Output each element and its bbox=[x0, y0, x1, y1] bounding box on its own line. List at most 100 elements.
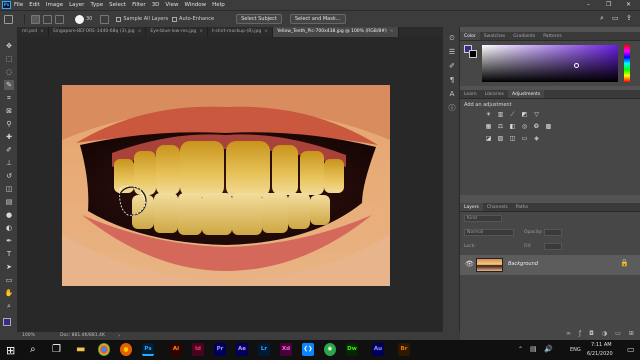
workspace-icon[interactable]: ▭ bbox=[612, 14, 619, 22]
photo-filter-icon[interactable]: ◎ bbox=[520, 123, 529, 131]
brightness-contrast-icon[interactable]: ☀ bbox=[484, 111, 493, 119]
brush-settings-icon[interactable]: ✐ bbox=[447, 61, 457, 71]
tab-layers[interactable]: Layers bbox=[460, 203, 483, 211]
character-icon[interactable]: A bbox=[447, 89, 457, 99]
tray-chevron-up-icon[interactable]: ⌃ bbox=[518, 346, 523, 353]
taskbar-green-app-icon[interactable]: ◉ bbox=[324, 343, 336, 356]
file-explorer-icon[interactable]: ▬ bbox=[76, 344, 85, 355]
taskbar-premiere-icon[interactable]: Pr bbox=[214, 343, 226, 356]
tab-swatches[interactable]: Swatches bbox=[480, 32, 510, 40]
eye-visibility-icon[interactable]: 👁 bbox=[465, 260, 474, 268]
eraser-tool-icon[interactable]: ◫ bbox=[4, 184, 14, 194]
black-white-icon[interactable]: ◧ bbox=[508, 123, 517, 131]
chrome-icon[interactable] bbox=[98, 343, 110, 356]
pen-tool-icon[interactable]: ✒ bbox=[4, 236, 14, 246]
dodge-tool-icon[interactable]: ◐ bbox=[4, 223, 14, 233]
tab-paths[interactable]: Paths bbox=[512, 203, 532, 211]
channel-mixer-icon[interactable]: ❂ bbox=[532, 123, 541, 131]
search-icon[interactable]: ⌕ bbox=[600, 14, 604, 23]
new-selection-icon[interactable] bbox=[31, 14, 40, 24]
tab-learn[interactable]: Learn bbox=[460, 90, 481, 98]
close-window-button[interactable]: ✕ bbox=[626, 1, 631, 8]
close-icon[interactable]: × bbox=[40, 29, 44, 34]
color-saturation-field[interactable] bbox=[482, 45, 618, 82]
taskbar-xd-icon[interactable]: Xd bbox=[280, 343, 292, 356]
opacity-field[interactable] bbox=[544, 229, 562, 236]
artboard-tool-icon[interactable]: ⬚ bbox=[4, 54, 14, 64]
curves-icon[interactable]: ⟋ bbox=[508, 111, 517, 119]
rectangle-tool-icon[interactable]: ▭ bbox=[4, 275, 14, 285]
path-selection-icon[interactable]: ➤ bbox=[4, 262, 14, 272]
share-icon[interactable]: ⇪ bbox=[626, 14, 632, 22]
taskbar-after-effects-icon[interactable]: Ae bbox=[236, 343, 248, 356]
layer-row-background[interactable]: 👁 Background 🔒 bbox=[460, 255, 640, 275]
firefox-icon[interactable] bbox=[120, 343, 132, 356]
exposure-icon[interactable]: ◩ bbox=[520, 111, 529, 119]
taskbar-vscode-icon[interactable]: ❮❯ bbox=[302, 343, 314, 356]
new-layer-icon[interactable]: ⊞ bbox=[629, 330, 634, 337]
menu-3d[interactable]: 3D bbox=[152, 2, 160, 8]
color-lookup-icon[interactable]: ▩ bbox=[544, 123, 553, 131]
close-icon[interactable]: × bbox=[199, 29, 203, 34]
clock-time[interactable]: 7:11 AM bbox=[591, 342, 612, 348]
taskbar-audition-icon[interactable]: Au bbox=[372, 343, 384, 356]
windows-start-icon[interactable]: ⊞ bbox=[6, 344, 15, 357]
posterize-icon[interactable]: ▨ bbox=[496, 135, 505, 143]
close-icon[interactable]: × bbox=[264, 29, 268, 34]
add-to-selection-icon[interactable] bbox=[43, 14, 52, 24]
search-icon[interactable]: ⌕ bbox=[30, 344, 36, 355]
tab-ml-psd[interactable]: ml.psd × bbox=[18, 27, 49, 37]
hand-tool-icon[interactable]: ✋ bbox=[4, 288, 14, 298]
levels-icon[interactable]: ▥ bbox=[496, 111, 505, 119]
gradient-tool-icon[interactable]: ▤ bbox=[4, 197, 14, 207]
taskbar-illustrator-icon[interactable]: Ai bbox=[170, 343, 182, 356]
blend-mode-select[interactable]: Normal bbox=[464, 229, 514, 236]
tab-channels[interactable]: Channels bbox=[483, 203, 512, 211]
blur-tool-icon[interactable]: ● bbox=[4, 210, 14, 220]
history-brush-icon[interactable]: ↺ bbox=[4, 171, 14, 181]
invert-icon[interactable]: ◪ bbox=[484, 135, 493, 143]
zoom-level[interactable]: 100% bbox=[22, 332, 35, 340]
menu-select[interactable]: Select bbox=[109, 2, 126, 8]
lock-icon[interactable]: 🔒 bbox=[620, 259, 629, 267]
paragraph-icon[interactable]: ¶ bbox=[447, 75, 457, 85]
notification-icon[interactable]: ▭ bbox=[627, 345, 635, 354]
tab-gradients[interactable]: Gradients bbox=[509, 32, 539, 40]
close-icon[interactable]: × bbox=[390, 29, 394, 34]
properties-icon[interactable]: ☰ bbox=[447, 47, 457, 57]
menu-help[interactable]: Help bbox=[212, 2, 225, 8]
color-picker-handle[interactable] bbox=[574, 63, 579, 68]
gradient-map-icon[interactable]: ▭ bbox=[520, 135, 529, 143]
adjustment-layer-icon[interactable]: ◑ bbox=[602, 330, 607, 337]
quick-selection-tool-icon[interactable]: ✎ bbox=[4, 80, 14, 90]
frame-tool-icon[interactable]: ⊠ bbox=[4, 106, 14, 116]
hue-saturation-icon[interactable]: ▦ bbox=[484, 123, 493, 131]
clone-stamp-icon[interactable]: ⊥ bbox=[4, 158, 14, 168]
tab-singapore[interactable]: Singapore-BEFORE-1440-68q (3).jpg × bbox=[49, 27, 147, 37]
tab-libraries[interactable]: Libraries bbox=[481, 90, 508, 98]
menu-layer[interactable]: Layer bbox=[69, 2, 84, 8]
taskbar-bridge-icon[interactable]: Br bbox=[398, 343, 410, 356]
menu-image[interactable]: Image bbox=[46, 2, 63, 8]
threshold-icon[interactable]: ◫ bbox=[508, 135, 517, 143]
network-icon[interactable]: ▤ bbox=[530, 345, 537, 353]
clock-date[interactable]: 6/21/2020 bbox=[587, 351, 613, 357]
group-icon[interactable]: ▭ bbox=[615, 330, 621, 337]
background-swatch[interactable] bbox=[469, 50, 477, 58]
menu-window[interactable]: Window bbox=[184, 2, 206, 8]
tab-color[interactable]: Color bbox=[460, 32, 480, 40]
brush-preview-icon[interactable] bbox=[75, 14, 84, 24]
layer-name[interactable]: Background bbox=[508, 261, 538, 267]
lasso-tool-icon[interactable]: ◌ bbox=[4, 67, 14, 77]
taskbar-photoshop-icon[interactable]: Ps bbox=[142, 343, 154, 356]
crop-tool-icon[interactable]: ⌗ bbox=[4, 93, 14, 103]
brush-size-value[interactable]: 30 bbox=[86, 16, 92, 22]
move-tool-icon[interactable]: ✥ bbox=[4, 41, 14, 51]
menu-filter[interactable]: Filter bbox=[132, 2, 146, 8]
vibrance-icon[interactable]: ▽ bbox=[532, 111, 541, 119]
brush-angle-icon[interactable] bbox=[100, 14, 110, 24]
taskbar-lightroom-icon[interactable]: Lr bbox=[258, 343, 270, 356]
brush-tool-icon[interactable]: ✐ bbox=[4, 145, 14, 155]
tab-adjustments[interactable]: Adjustments bbox=[508, 90, 545, 98]
menu-file[interactable]: File bbox=[14, 2, 23, 8]
